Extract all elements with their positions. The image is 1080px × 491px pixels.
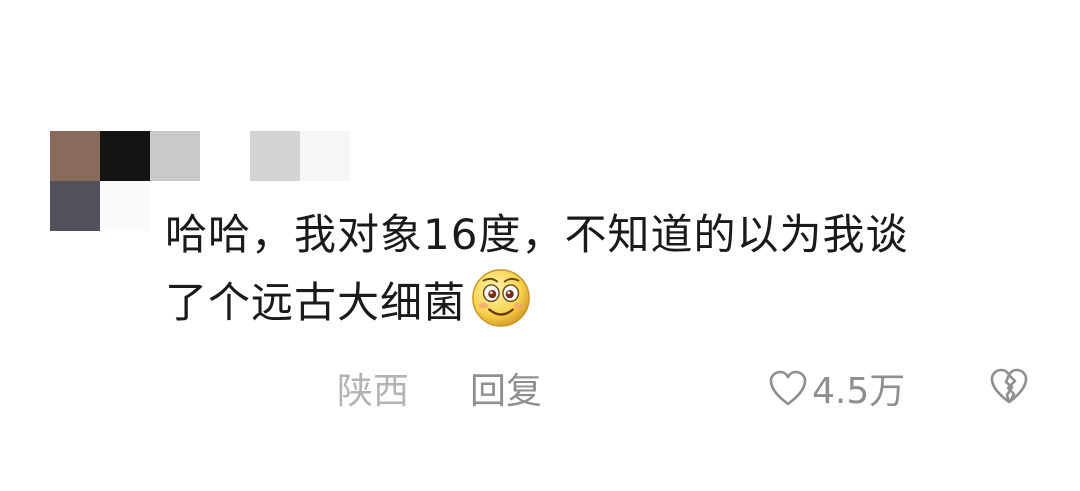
comment-text: 哈哈，我对象16度，不知道的以为我谈 了个远古大细菌 <box>165 203 1045 335</box>
like-button[interactable]: 4.5万 <box>768 362 905 414</box>
smile-emoji-icon <box>472 269 530 327</box>
avatar-mosaic-tile <box>100 131 150 181</box>
avatar-mosaic-tile <box>300 131 350 181</box>
comment-line-2-text: 了个远古大细菌 <box>165 278 467 327</box>
reply-button[interactable]: 回复 <box>470 362 542 414</box>
broken-heart-icon[interactable] <box>988 366 1030 406</box>
avatar-mosaic-tile <box>50 131 100 181</box>
heart-icon <box>769 370 807 406</box>
avatar-mosaic-tile <box>250 131 300 181</box>
avatar-mosaic-tile <box>150 131 200 181</box>
location-label: 陕西 <box>337 371 410 412</box>
like-count: 4.5万 <box>812 371 906 412</box>
comment-line-1: 哈哈，我对象16度，不知道的以为我谈 <box>165 210 909 259</box>
comment-meta-row: 陕西 回复 4.5万 <box>0 356 1080 412</box>
comment-line-2: 了个远古大细菌 <box>165 267 1045 335</box>
avatar-mosaic-tile <box>50 181 100 231</box>
avatar-mosaic-tile <box>100 181 150 231</box>
